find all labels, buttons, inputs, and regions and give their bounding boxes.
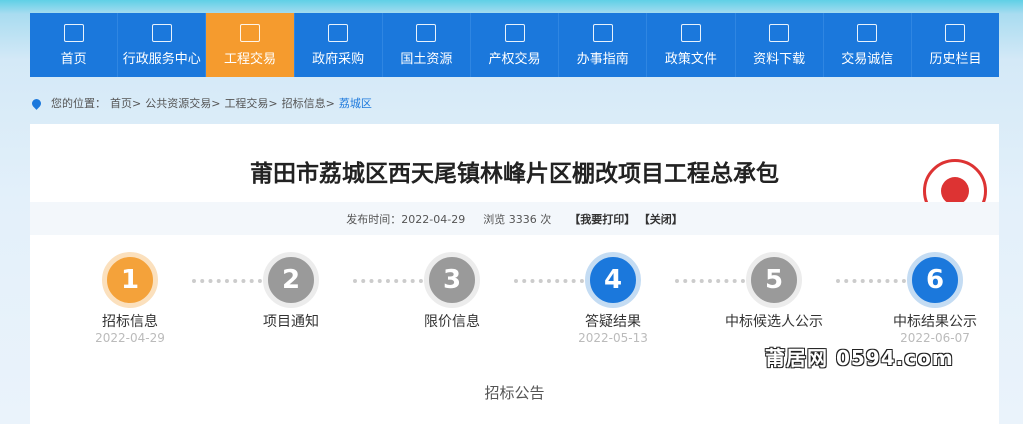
step-3[interactable]: 3 限价信息 [392,252,512,331]
step-2[interactable]: 2 项目通知 [231,252,351,331]
nav-history[interactable]: 历史栏目 [912,13,999,77]
step-1[interactable]: 1 招标信息 2022-04-29 [70,252,190,345]
breadcrumb-label: 您的位置： [51,97,106,110]
step-label: 招标信息 [102,314,158,330]
breadcrumb: 您的位置： 首页> 公共资源交易> 工程交易> 招标信息> 荔城区 [30,95,372,111]
step-number: 1 [102,252,158,308]
step-number: 6 [907,252,963,308]
download-icon [769,23,790,42]
step-number: 3 [424,252,480,308]
nav-download[interactable]: 资料下载 [736,13,824,77]
nav-guide[interactable]: 办事指南 [559,13,648,77]
step-label: 限价信息 [424,314,480,330]
signpost-icon [592,23,613,42]
nav-label: 首页 [60,51,87,67]
nav-label: 国土资源 [400,51,453,67]
home-icon [63,23,84,42]
bank-icon [151,23,172,42]
main-nav: 首页 行政服务中心 工程交易 政府采购 国土资源 产权交易 办事指南 政策文件 … [30,13,999,77]
print-link[interactable]: 【我要打印】 [569,213,635,226]
article-card: 莆田市荔城区西天尾镇林峰片区棚改项目工程总承包 发布时间：2022-04-29 … [30,124,999,424]
nav-policy[interactable]: 政策文件 [647,13,736,77]
document-icon [504,23,525,42]
page-title: 莆田市荔城区西天尾镇林峰片区棚改项目工程总承包 [250,161,779,187]
monitor-icon [945,23,966,42]
step-number: 5 [746,252,802,308]
barrier-icon [239,23,260,42]
close-link[interactable]: 【关闭】 [639,213,683,226]
breadcrumb-home[interactable]: 首页> [110,95,141,111]
cart-icon [328,23,349,42]
nav-label: 工程交易 [223,51,276,67]
nav-label: 历史栏目 [929,51,982,67]
nav-label: 行政服务中心 [122,51,201,67]
nav-label: 政府采购 [312,51,365,67]
step-number: 4 [585,252,641,308]
watermark: 莆居网 0594.com [765,346,954,370]
nav-home[interactable]: 首页 [30,13,119,77]
article-meta: 发布时间：2022-04-29 浏览 3336 次 【我要打印】 【关闭】 [30,202,999,235]
step-number: 2 [263,252,319,308]
step-date: 2022-04-29 [95,331,165,345]
nav-land[interactable]: 国土资源 [383,13,471,77]
nav-property[interactable]: 产权交易 [471,13,560,77]
breadcrumb-bidding-info[interactable]: 招标信息> [282,95,335,111]
breadcrumb-engineering[interactable]: 工程交易> [224,95,277,111]
step-4[interactable]: 4 答疑结果 2022-05-13 [553,252,673,345]
nav-admin-service[interactable]: 行政服务中心 [118,13,207,77]
step-date: 2022-05-13 [578,331,648,345]
policy-icon [680,23,701,42]
breadcrumb-public-resource[interactable]: 公共资源交易> [145,95,220,111]
nav-label: 产权交易 [488,51,541,67]
notice-heading: 招标公告 [484,384,545,402]
nav-label: 资料下载 [753,51,806,67]
nav-engineering[interactable]: 工程交易 [206,13,295,77]
location-pin-icon [30,96,43,110]
view-count: 浏览 3336 次 [483,212,552,226]
land-icon [416,23,437,42]
nav-credit[interactable]: 交易诚信 [824,13,912,77]
publish-date: 发布时间：2022-04-29 [346,212,466,226]
nav-label: 交易诚信 [841,51,894,67]
nav-label: 政策文件 [664,51,717,67]
nav-procurement[interactable]: 政府采购 [295,13,383,77]
nav-label: 办事指南 [576,51,629,67]
step-6[interactable]: 6 中标结果公示 2022-06-07 [875,252,995,345]
step-5[interactable]: 5 中标候选人公示 [724,252,824,331]
step-label: 中标候选人公示 [725,314,823,330]
step-label: 答疑结果 [585,314,641,330]
breadcrumb-current[interactable]: 荔城区 [339,95,372,111]
step-label: 项目通知 [263,314,319,330]
step-label: 中标结果公示 [893,314,977,330]
shield-icon [857,23,878,42]
